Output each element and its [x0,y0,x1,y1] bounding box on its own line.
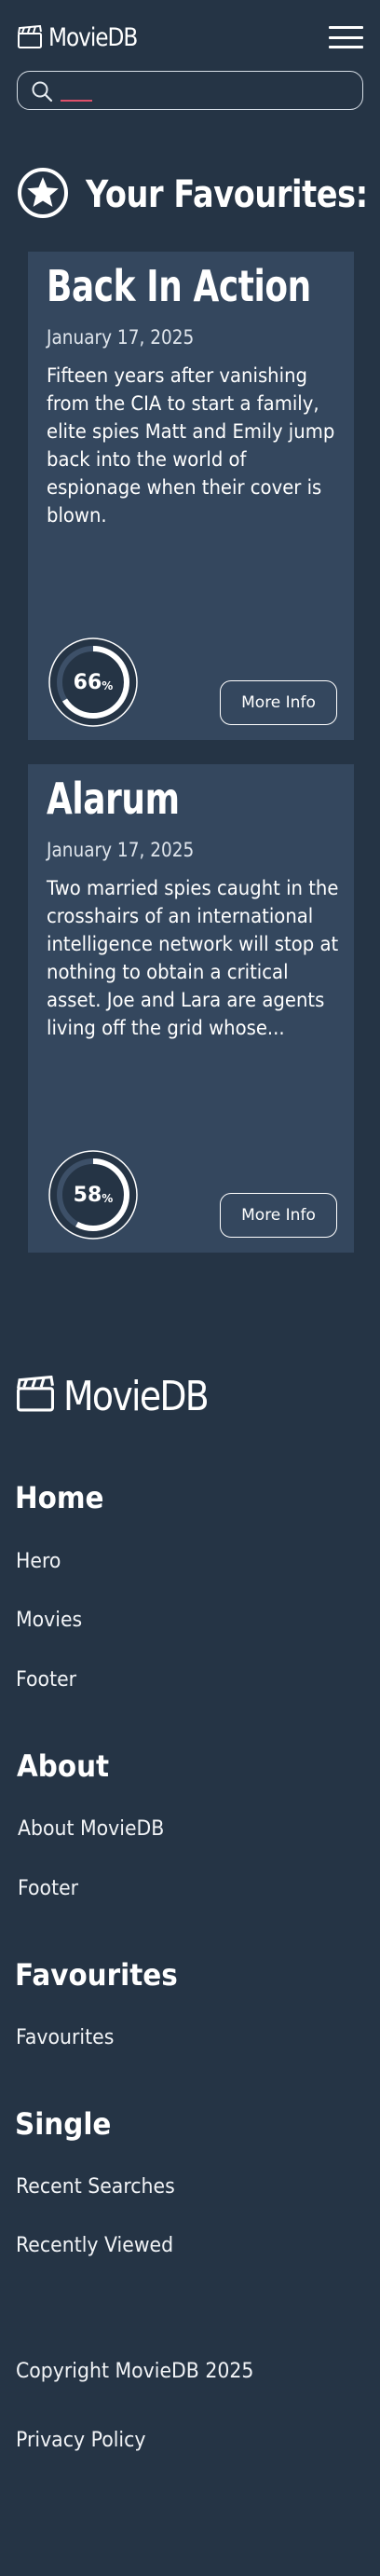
footer-link-footer[interactable]: Footer [18,1877,78,1900]
footer-link-about-moviedb[interactable]: About MovieDB [18,1817,164,1841]
footer-logo-text: MovieDB [63,1372,210,1420]
privacy-policy-link[interactable]: Privacy Policy [16,2429,145,2452]
footer-link-footer[interactable]: Footer [16,1668,76,1692]
rating-percent-sign: % [102,678,114,692]
rating-value: 66% [47,636,140,729]
rating-number: 58 [73,1183,102,1207]
release-date: January 17, 2025 [47,326,195,349]
movie-overview: Two married spies caught in the crosshai… [47,877,339,1039]
logo-text: MovieDB [48,22,138,52]
footer-link-movies[interactable]: Movies [16,1609,82,1632]
release-date: January 17, 2025 [47,839,195,861]
search-icon[interactable] [31,80,53,106]
search-input-underline [61,100,92,102]
clapperboard-icon [15,1375,56,1417]
movie-card: Alarum January 17, 2025 Two married spie… [28,764,354,1253]
movie-card: Back In Action January 17, 2025 Fifteen … [28,252,354,740]
movie-overview: Fifteen years after vanishing from the C… [47,364,335,527]
footer-heading-about: About [17,1748,110,1784]
hamburger-menu-icon[interactable] [329,26,363,48]
footer-heading-home: Home [15,1480,104,1515]
footer-link-favourites[interactable]: Favourites [16,2026,114,2049]
footer-link-recently-viewed[interactable]: Recently Viewed [16,2234,173,2257]
rating-percent-sign: % [102,1191,114,1205]
more-info-button[interactable]: More Info [220,1193,337,1238]
copyright-text: Copyright MovieDB 2025 [16,2360,254,2383]
clapperboard-icon [17,25,43,49]
movie-title[interactable]: Alarum [47,774,180,824]
star-circle-icon [17,167,69,223]
rating-ring: 58% [47,1148,140,1241]
search-input[interactable] [59,77,347,103]
rating-value: 58% [47,1148,140,1241]
favourites-heading: Your Favourites: [17,168,380,222]
site-logo[interactable]: MovieDB [17,21,152,54]
site-header: MovieDB [0,0,380,110]
favourites-title: Your Favourites: [86,173,368,216]
movie-title[interactable]: Back In Action [47,261,311,311]
search-box [17,71,363,110]
footer-heading-single: Single [15,2106,112,2142]
footer-logo[interactable]: MovieDB [15,1370,231,1422]
rating-ring: 66% [47,636,140,729]
footer-heading-favourites: Favourites [15,1957,178,1993]
rating-number: 66 [73,670,102,694]
footer-link-hero[interactable]: Hero [16,1550,61,1573]
more-info-button[interactable]: More Info [220,680,337,725]
footer-link-recent-searches[interactable]: Recent Searches [16,2175,175,2199]
